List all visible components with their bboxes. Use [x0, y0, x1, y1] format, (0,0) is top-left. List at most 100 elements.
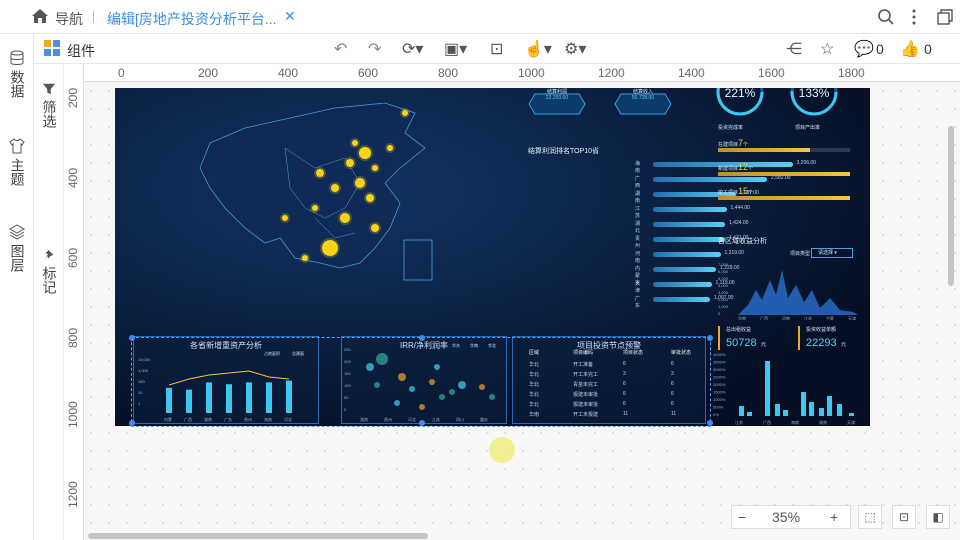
resize-handle[interactable] — [419, 335, 425, 341]
region-y-tick: 0 — [718, 311, 721, 316]
region-x-tick: 华南 — [738, 315, 746, 320]
components-button[interactable]: 组件 — [67, 41, 95, 61]
project-progress-track — [718, 196, 850, 200]
city-marker — [352, 140, 358, 146]
pct-y-tick: 3000% — [713, 367, 726, 372]
focus-icon[interactable]: ⊡ — [892, 505, 916, 529]
more-icon[interactable] — [910, 8, 918, 26]
nav-label[interactable]: 导航 — [55, 9, 83, 29]
project-count: 12 — [738, 162, 749, 172]
city-marker — [359, 147, 371, 159]
city-marker — [282, 215, 288, 221]
share-icon[interactable]: ⋲ — [786, 39, 802, 59]
city-marker — [322, 240, 338, 256]
home-icon[interactable] — [31, 8, 49, 24]
project-label: 在建项目7个 — [718, 138, 748, 148]
horizontal-scrollbar[interactable] — [88, 533, 428, 539]
pct-bar — [809, 402, 814, 416]
resize-handle[interactable] — [707, 335, 713, 341]
pct-x-tick: 天津 — [847, 419, 855, 425]
pct-x-tick: 广西 — [763, 419, 771, 425]
resize-handle[interactable] — [129, 420, 135, 426]
redo-icon[interactable]: ↷ — [368, 39, 381, 59]
tab-close-icon[interactable]: ✕ — [284, 8, 296, 25]
city-marker — [316, 169, 324, 177]
selection-box[interactable] — [129, 335, 713, 427]
like-icon[interactable]: 👍 — [900, 39, 920, 59]
ruler-tick-label: 1200 — [66, 481, 80, 508]
region-title: 各区域收益分析 — [718, 238, 767, 245]
project-progress-fill — [718, 196, 850, 200]
ruler-tick-label: 600 — [358, 66, 379, 80]
kpi-profit: 结算利润 22,293.00 — [527, 88, 587, 116]
project-progress-fill — [718, 148, 811, 152]
pct-x-tick: 江苏 — [735, 419, 743, 425]
pct-y-tick: 2500% — [713, 375, 726, 380]
star-icon[interactable]: ☆ — [820, 39, 834, 59]
nav-data[interactable]: 数据 — [0, 50, 34, 102]
pct-bar — [801, 392, 806, 416]
vertical-ruler: 200 400 600 800 1000 1200 — [64, 64, 84, 540]
window-icon[interactable] — [936, 8, 954, 26]
resize-handle[interactable] — [419, 420, 425, 426]
secondary-nav: 筛选 标记 — [34, 64, 64, 540]
search-icon[interactable] — [877, 8, 895, 26]
resize-handle[interactable] — [129, 335, 135, 341]
pct-bar — [837, 404, 842, 416]
investment-gauge: 221% — [715, 88, 765, 118]
like-count: 0 — [924, 41, 932, 57]
pct-bar — [819, 408, 824, 416]
zoom-in-button[interactable]: + — [830, 509, 838, 525]
region-area — [738, 270, 858, 315]
investment-gauge-value: 221% — [724, 88, 756, 100]
ranking-province: 河南 — [635, 251, 641, 264]
nav-layers[interactable]: 图层 — [0, 224, 34, 276]
nav-mark-label: 标记 — [41, 266, 58, 294]
city-marker — [402, 110, 408, 116]
pct-bar — [849, 413, 854, 416]
save-icon[interactable]: ▣▾ — [444, 39, 467, 59]
tab-title[interactable]: 编辑[房地产投资分析平台... — [107, 9, 277, 29]
region-x-tick: 江苏 — [804, 315, 812, 320]
city-marker — [340, 213, 350, 223]
ranking-province: 广西 — [635, 176, 641, 189]
pct-y-tick: 0% — [713, 412, 719, 417]
resize-handle[interactable] — [707, 420, 713, 426]
hand-icon[interactable]: ☝▾ — [524, 39, 552, 59]
panel-toggle-icon[interactable]: ◧ — [926, 505, 950, 529]
zoom-value[interactable]: 35% — [772, 509, 800, 525]
undo-icon[interactable]: ↶ — [334, 39, 347, 59]
refresh-icon[interactable]: ⟳▾ — [402, 39, 423, 59]
output-gauge-value: 133% — [798, 88, 830, 100]
top-bar: 导航 编辑[房地产投资分析平台... ✕ — [0, 0, 960, 34]
ruler-tick-label: 1200 — [598, 66, 625, 80]
ruler-tick-label: 1600 — [758, 66, 785, 80]
comment-icon[interactable]: 💬 — [854, 39, 874, 59]
nav-theme[interactable]: 主题 — [0, 138, 34, 190]
zoom-out-button[interactable]: − — [738, 509, 746, 525]
layers-icon — [9, 224, 25, 240]
nav-mark[interactable]: 标记 — [34, 248, 64, 298]
kpi-profit-value: 22,293.00 — [545, 95, 569, 101]
fit-screen-icon[interactable]: ⬚ — [858, 505, 882, 529]
ranking-bar — [653, 267, 716, 272]
ruler-tick-label: 1000 — [66, 401, 80, 428]
kpi-income-value: 50,728.00 — [631, 95, 655, 101]
ranking-province: 贵州 — [635, 236, 641, 249]
region-select-value: 请选择 — [818, 250, 834, 256]
city-marker — [331, 184, 339, 192]
city-marker — [366, 194, 374, 202]
ranking-bar — [653, 297, 710, 302]
region-select[interactable]: 请选择 ▾ — [811, 248, 853, 258]
vertical-scrollbar[interactable] — [948, 126, 954, 286]
region-area-chart: 7,000 6,000 5,000 4,000 3,000 2,000 1,000 0 华南 广西… — [718, 262, 858, 320]
ranking-bar — [653, 252, 721, 257]
region-y-tick: 1,000 — [718, 304, 729, 309]
shirt-icon — [9, 138, 25, 154]
pct-bar — [739, 406, 744, 416]
preview-icon[interactable]: ⊡ — [490, 39, 503, 59]
nav-filter[interactable]: 筛选 — [34, 82, 64, 132]
city-marker — [372, 165, 378, 171]
settings-icon[interactable]: ⚙▾ — [564, 39, 586, 59]
kpi-income: 结算收入 50,728.00 — [613, 88, 673, 116]
